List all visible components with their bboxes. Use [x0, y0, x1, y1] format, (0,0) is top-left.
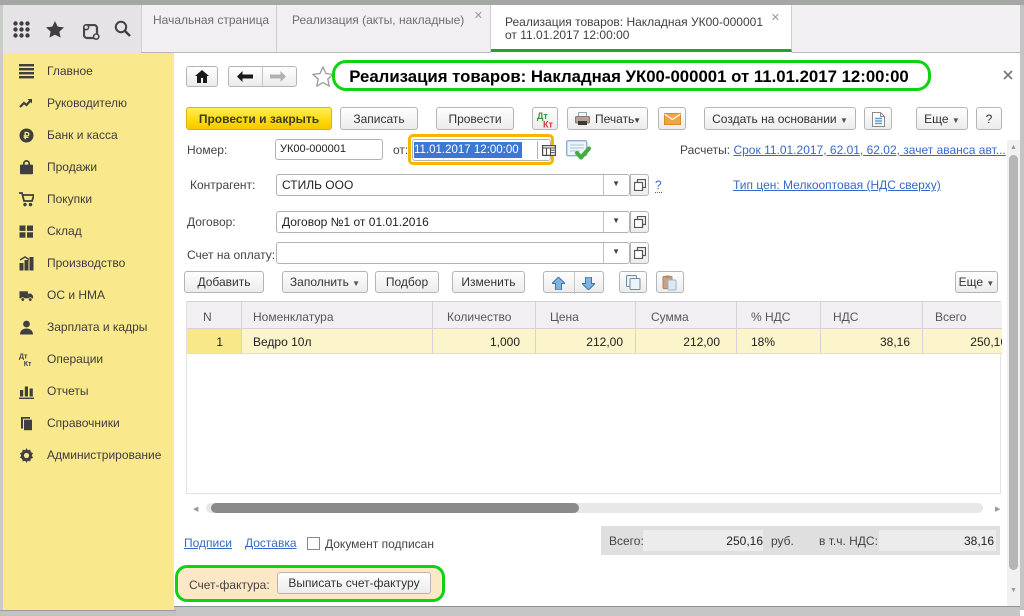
svg-text:Кт: Кт — [543, 120, 553, 130]
svg-text:Кт: Кт — [24, 361, 32, 367]
svg-text:₽: ₽ — [23, 131, 30, 142]
svg-text:Дт: Дт — [19, 354, 28, 361]
